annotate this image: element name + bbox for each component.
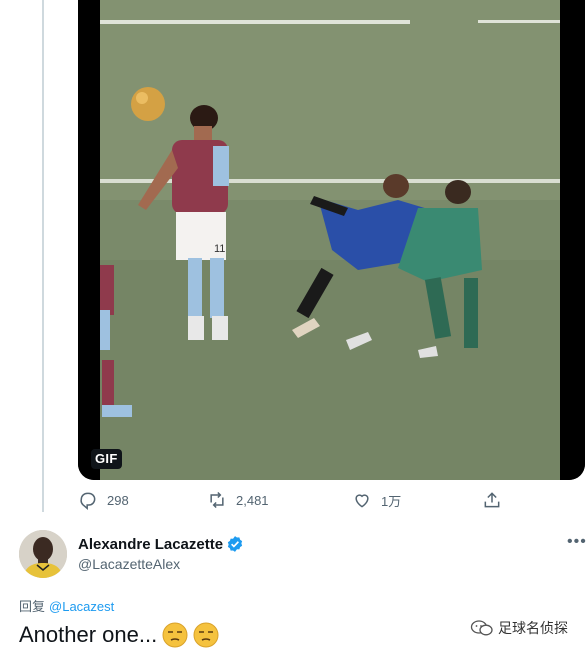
tweet-actions-bar: 298 2,481 1万 — [0, 486, 587, 514]
player-number: 11 — [214, 243, 225, 255]
unamused-face-emoji-icon — [193, 622, 219, 648]
wechat-icon — [470, 620, 493, 636]
like-button[interactable]: 1万 — [352, 486, 401, 514]
replying-to-line: 回复 @Lacazest — [19, 596, 114, 615]
reply-count: 298 — [107, 492, 129, 508]
verified-badge-icon — [227, 536, 243, 552]
author-handle[interactable]: @LacazetteAlex — [78, 556, 180, 572]
watermark: 足球名侦探 — [470, 618, 568, 638]
reply-prefix: 回复 — [19, 599, 46, 614]
reply-button[interactable]: 298 — [78, 486, 129, 514]
heart-icon — [355, 494, 369, 508]
tweet-body: Another one... — [19, 622, 219, 648]
gif-badge: GIF — [91, 449, 122, 469]
reply-icon — [80, 492, 96, 510]
tweet-text: Another one... — [19, 622, 158, 647]
thread-connector-line — [42, 0, 44, 512]
unamused-face-emoji-icon — [162, 622, 188, 648]
share-icon — [484, 492, 500, 508]
reply-mention-link[interactable]: @Lacazest — [49, 599, 114, 614]
football-gif-frame: 11 — [78, 0, 585, 480]
watermark-text: 足球名侦探 — [498, 620, 568, 636]
more-options-icon[interactable]: ••• — [567, 534, 587, 550]
gif-media[interactable]: 11 GIF — [78, 0, 585, 480]
retweet-button[interactable]: 2,481 — [207, 486, 269, 514]
retweet-icon — [210, 491, 224, 509]
author-avatar[interactable] — [19, 530, 67, 578]
avatar-photo — [19, 530, 67, 578]
share-button[interactable] — [482, 486, 511, 514]
retweet-count: 2,481 — [236, 492, 269, 508]
author-name: Alexandre Lacazette — [78, 535, 224, 553]
author-name-row[interactable]: Alexandre Lacazette — [78, 535, 244, 553]
like-count: 1万 — [381, 493, 402, 509]
